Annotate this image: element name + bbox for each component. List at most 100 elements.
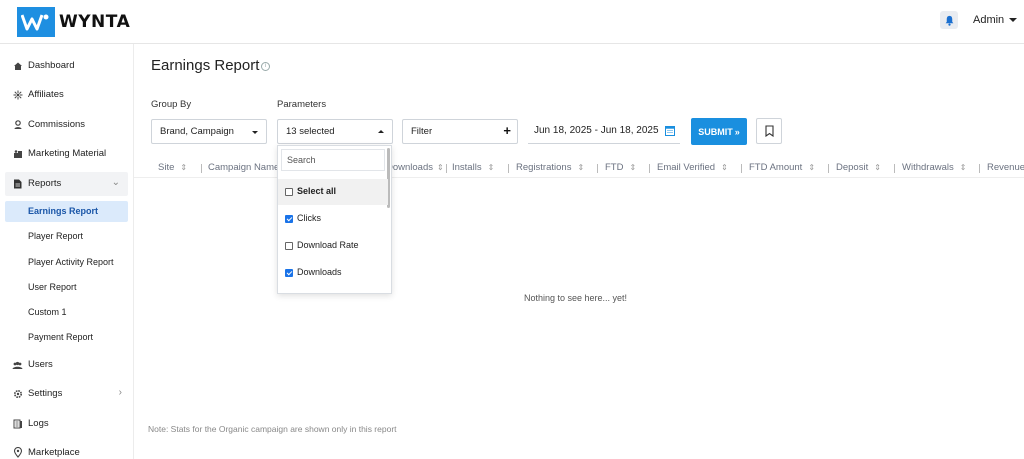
sort-icon: ⇕ <box>437 163 444 172</box>
column-label: Email Verified <box>657 162 716 173</box>
column-label: FTD Amount <box>749 162 803 173</box>
option-select-all[interactable]: Select all <box>278 179 388 205</box>
column-ftd[interactable]: FTD ⇕ <box>605 162 636 173</box>
bookmark-button[interactable] <box>756 118 782 144</box>
sidebar-item-marketplace[interactable]: Marketplace <box>0 441 134 459</box>
sidebar-item-commissions[interactable]: Commissions <box>0 113 134 137</box>
location-icon <box>12 447 23 458</box>
column-downloads-sort[interactable]: ⇕ <box>431 162 444 173</box>
column-ftd-amount[interactable]: FTD Amount ⇕ <box>749 162 815 173</box>
column-label: FTD <box>605 162 624 173</box>
column-email-verified[interactable]: Email Verified ⇕ <box>657 162 728 173</box>
column-divider <box>741 164 742 173</box>
option-download-rate[interactable]: Download Rate <box>278 233 388 259</box>
column-label: Installs <box>452 162 482 173</box>
sidebar-item-label: Marketplace <box>28 447 80 458</box>
column-revenue[interactable]: Revenue <box>987 162 1024 173</box>
column-divider <box>979 164 980 173</box>
date-range-picker[interactable]: Jun 18, 2025 - Jun 18, 2025 <box>528 119 680 144</box>
group-by-value: Brand, Campaign <box>160 126 234 137</box>
column-divider <box>894 164 895 173</box>
column-label: Site <box>158 162 175 173</box>
sort-icon: ⇕ <box>808 163 816 172</box>
sidebar-subitem-earnings-report[interactable]: Earnings Report <box>5 201 128 222</box>
sidebar-subitem-payment-report[interactable]: Payment Report <box>5 327 128 348</box>
sidebar-item-users[interactable]: Users <box>0 353 134 377</box>
parameters-value: 13 selected <box>286 126 335 137</box>
parameters-select[interactable]: 13 selected <box>277 119 393 144</box>
sidebar-subitem-label: Custom 1 <box>28 307 67 317</box>
filter-label: Filter <box>411 126 433 137</box>
checkbox[interactable] <box>285 242 293 250</box>
coins-icon <box>12 119 23 130</box>
sidebar-subitem-label: Earnings Report <box>28 206 99 216</box>
sidebar-item-affiliates[interactable]: Affiliates <box>0 83 134 107</box>
sort-icon: ⇕ <box>629 163 637 172</box>
option-label: Download Rate <box>297 240 359 250</box>
sort-icon: ⇕ <box>874 163 881 172</box>
submit-button[interactable]: SUBMIT » <box>691 118 747 145</box>
column-label: Downloads <box>386 162 433 173</box>
sidebar-subitem-player-report[interactable]: Player Report <box>5 226 128 247</box>
sidebar-item-label: Dashboard <box>28 60 75 71</box>
sort-icon: ⇕ <box>180 163 188 172</box>
column-divider <box>597 164 598 173</box>
sidebar-subitem-player-activity-report[interactable]: Player Activity Report <box>5 252 128 273</box>
parameters-dropdown: Search Select all Clicks Download Rate D… <box>277 145 392 294</box>
column-installs[interactable]: Installs ⇕ <box>452 162 494 173</box>
sidebar: Dashboard Affiliates Commissions Marketi… <box>0 44 134 459</box>
empty-state-text: Nothing to see here... yet! <box>524 293 628 303</box>
sidebar-item-settings[interactable]: Settings › <box>0 382 134 406</box>
megaphone-icon <box>12 148 23 159</box>
column-label: Revenue <box>987 162 1024 173</box>
filter-button[interactable]: Filter + <box>402 119 518 144</box>
column-downloads[interactable]: Downloads <box>386 162 433 173</box>
option-downloads[interactable]: Downloads <box>278 260 388 286</box>
checkbox-checked[interactable] <box>285 215 293 223</box>
notifications-button[interactable] <box>940 11 958 29</box>
checkbox[interactable] <box>285 188 293 196</box>
sidebar-item-dashboard[interactable]: Dashboard <box>0 54 134 78</box>
bookmark-icon <box>764 125 774 137</box>
column-campaign-name[interactable]: Campaign Name <box>208 162 279 173</box>
report-note: Note: Stats for the Organic campaign are… <box>148 424 397 434</box>
column-divider <box>649 164 650 173</box>
column-registrations[interactable]: Registrations ⇕ <box>516 162 584 173</box>
table-header: Site ⇕ Campaign Name Downloads ⇕ Installs… <box>134 157 1024 178</box>
top-header: WYNTA Admin <box>0 0 1024 44</box>
group-by-select[interactable]: Brand, Campaign <box>151 119 267 144</box>
double-chevron-right-icon: » <box>734 126 740 137</box>
info-icon[interactable]: i <box>261 62 270 71</box>
brand-logo[interactable]: WYNTA <box>17 7 130 37</box>
checkbox-checked[interactable] <box>285 269 293 277</box>
logo-mark-icon <box>17 7 55 37</box>
column-site[interactable]: Site ⇕ <box>158 162 187 173</box>
user-name: Admin <box>973 14 1005 26</box>
caret-up-icon <box>378 130 384 133</box>
group-by-label: Group By <box>151 99 192 110</box>
column-deposit[interactable]: Deposit ⇕ <box>836 162 881 173</box>
sidebar-item-marketing-material[interactable]: Marketing Material <box>0 142 134 166</box>
search-placeholder: Search <box>287 155 316 165</box>
column-divider <box>508 164 509 173</box>
option-label: Downloads <box>297 267 342 277</box>
option-clicks[interactable]: Clicks <box>278 206 388 232</box>
sort-icon: ⇕ <box>577 163 585 172</box>
sidebar-subitem-custom-1[interactable]: Custom 1 <box>5 302 128 323</box>
gear-icon <box>12 388 23 399</box>
sidebar-item-logs[interactable]: Logs <box>0 412 134 436</box>
user-menu[interactable]: Admin <box>973 14 1018 26</box>
column-label: Withdrawals <box>902 162 954 173</box>
dropdown-search-input[interactable]: Search <box>281 149 385 171</box>
sidebar-item-label: Marketing Material <box>28 148 107 159</box>
sidebar-item-reports[interactable]: Reports ⌄ <box>5 172 128 196</box>
sidebar-item-label: Settings <box>28 388 63 399</box>
sidebar-subitem-label: User Report <box>28 282 77 292</box>
submit-label: SUBMIT <box>698 126 733 137</box>
column-divider <box>446 164 447 173</box>
sidebar-item-label: Affiliates <box>28 89 64 100</box>
calendar-icon[interactable] <box>665 125 675 136</box>
bell-icon <box>945 15 953 26</box>
column-withdrawals[interactable]: Withdrawals ⇕ <box>902 162 966 173</box>
sidebar-subitem-user-report[interactable]: User Report <box>5 277 128 298</box>
